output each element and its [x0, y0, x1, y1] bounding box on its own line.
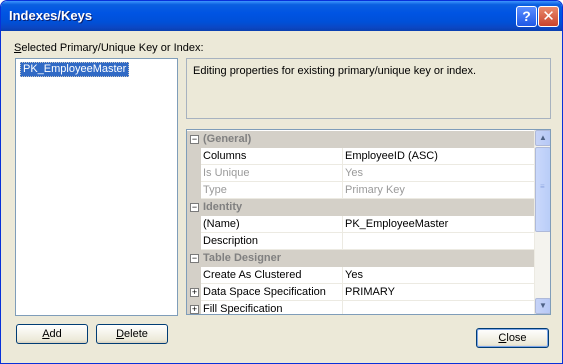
property-row[interactable]: Columns EmployeeID (ASC) — [187, 148, 534, 165]
close-window-button[interactable]: ✕ — [538, 6, 559, 27]
row-margin — [187, 148, 201, 165]
row-margin — [187, 165, 201, 182]
collapse-icon[interactable]: − — [190, 254, 199, 263]
category-label: (General) — [203, 133, 252, 145]
row-margin — [187, 182, 201, 199]
column-divider[interactable] — [342, 182, 343, 199]
row-margin — [187, 267, 201, 284]
property-value: Primary Key — [345, 184, 405, 196]
description-text: Editing properties for existing primary/… — [193, 65, 477, 77]
property-row[interactable]: + Data Space Specification PRIMARY — [187, 284, 534, 301]
add-button-label: dd — [49, 328, 62, 340]
property-grid[interactable]: − (General) Columns EmployeeID (ASC) Is Uniq… — [186, 129, 551, 315]
key-list-item[interactable]: PK_EmployeeMaster — [20, 62, 130, 77]
property-name: Is Unique — [203, 167, 250, 179]
row-margin — [187, 216, 201, 233]
property-value[interactable]: PK_EmployeeMaster — [345, 218, 448, 230]
property-row[interactable]: Description — [187, 233, 534, 250]
collapse-icon[interactable]: − — [190, 135, 199, 144]
property-name: Fill Specification — [203, 303, 283, 315]
add-button-accel: A — [42, 328, 50, 340]
property-row[interactable]: Create As Clustered Yes — [187, 267, 534, 284]
keys-listbox[interactable]: PK_EmployeeMaster — [15, 58, 178, 316]
delete-button-accel: D — [116, 328, 125, 340]
expand-icon[interactable]: + — [190, 305, 199, 314]
property-name: Data Space Specification — [203, 286, 326, 298]
column-divider[interactable] — [342, 301, 343, 314]
keys-list-label-text: elected Primary/Unique Key or Index: — [21, 42, 204, 54]
property-value[interactable]: PRIMARY — [345, 286, 395, 298]
indexes-keys-dialog: Indexes/Keys ? ✕ Selected Primary/Unique… — [0, 0, 563, 364]
property-name: (Name) — [203, 218, 240, 230]
grip-icon: ≡ — [540, 182, 545, 191]
category-label: Table Designer — [203, 252, 282, 264]
property-value[interactable]: Yes — [345, 269, 363, 281]
dialog-title: Indexes/Keys — [9, 8, 93, 23]
category-label: Identity — [203, 201, 243, 213]
category-row[interactable]: − (General) — [187, 131, 534, 148]
property-name: Create As Clustered — [203, 269, 302, 281]
property-row[interactable]: + Fill Specification — [187, 301, 534, 315]
property-name: Columns — [203, 150, 247, 162]
column-divider[interactable] — [342, 284, 343, 301]
row-margin — [187, 233, 201, 250]
property-row[interactable]: (Name) PK_EmployeeMaster — [187, 216, 534, 233]
property-value[interactable]: EmployeeID (ASC) — [345, 150, 438, 162]
scroll-thumb[interactable]: ≡ — [535, 147, 550, 232]
column-divider[interactable] — [342, 233, 343, 250]
column-divider[interactable] — [342, 148, 343, 165]
close-button[interactable]: Close — [476, 328, 549, 348]
description-panel: Editing properties for existing primary/… — [186, 58, 551, 119]
property-grid-scrollbar[interactable]: ▲ ≡ ▼ — [534, 130, 550, 314]
category-row[interactable]: − Table Designer — [187, 250, 534, 267]
category-row[interactable]: − Identity — [187, 199, 534, 216]
collapse-icon[interactable]: − — [190, 203, 199, 212]
title-bar[interactable]: Indexes/Keys ? ✕ — [1, 1, 562, 31]
delete-button[interactable]: Delete — [96, 324, 168, 344]
column-divider[interactable] — [342, 267, 343, 284]
delete-button-label: elete — [124, 328, 148, 340]
property-row[interactable]: Type Primary Key — [187, 182, 534, 199]
expand-icon[interactable]: + — [190, 288, 199, 297]
help-button[interactable]: ? — [516, 6, 537, 27]
property-value: Yes — [345, 167, 363, 179]
add-button[interactable]: Add — [16, 324, 88, 344]
property-name: Type — [203, 184, 227, 196]
keys-list-label: Selected Primary/Unique Key or Index: — [14, 42, 204, 54]
close-button-label: lose — [506, 332, 527, 344]
scroll-up-button[interactable]: ▲ — [535, 130, 550, 146]
property-row[interactable]: Is Unique Yes — [187, 165, 534, 182]
property-name: Description — [203, 235, 259, 247]
column-divider[interactable] — [342, 216, 343, 233]
column-divider[interactable] — [342, 165, 343, 182]
scroll-down-button[interactable]: ▼ — [535, 298, 550, 314]
